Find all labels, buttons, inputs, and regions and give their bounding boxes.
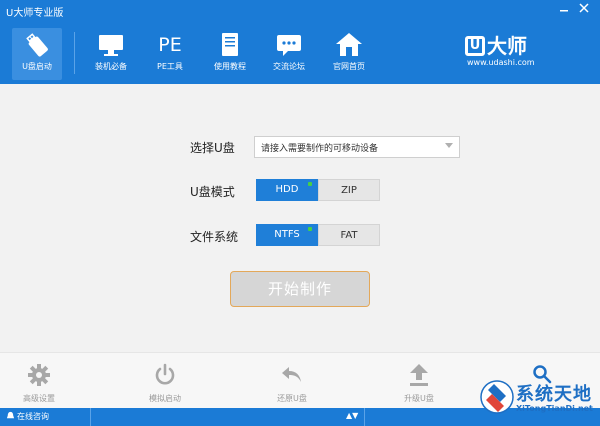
online-help-text: 在线咨询 [17, 412, 49, 421]
brand-wordmark: U 大师 [465, 34, 545, 58]
usb-mode-label: U盘模式 [190, 185, 235, 199]
file-system-label: 文件系统 [190, 230, 239, 244]
usb-mode-option-zip[interactable]: ZIP [318, 179, 380, 201]
gear-icon [28, 364, 50, 386]
usb-device-select[interactable]: 请接入需要制作的可移动设备 [254, 136, 460, 158]
minimize-icon [560, 10, 568, 12]
tool-label: 升级U盘 [404, 394, 434, 403]
watermark-url: XiTongTianDi.net [516, 404, 593, 413]
nav-item-tutorial[interactable]: 使用教程 [205, 28, 255, 80]
brand-text: 大师 [487, 34, 527, 58]
chevron-down-icon [445, 143, 453, 148]
app-title: U大师专业版 [6, 8, 64, 19]
nav-label: 装机必备 [95, 62, 127, 71]
file-system-option-fat[interactable]: FAT [318, 224, 380, 246]
title-bar: U大师专业版 [0, 0, 600, 22]
nav-divider [74, 32, 75, 74]
usb-device-select-value: 请接入需要制作的可移动设备 [261, 144, 379, 154]
watermark-title: 系统天地 [516, 384, 592, 405]
pe-text-icon: PE [158, 34, 182, 56]
file-system-toggle: NTFS FAT [256, 224, 380, 246]
undo-icon [282, 367, 301, 382]
simulate-boot-button[interactable]: 模拟启动 [130, 359, 200, 407]
usb-select-label: 选择U盘 [190, 141, 235, 155]
start-make-button[interactable]: 开始制作 [230, 271, 370, 307]
nav-label: 官网首页 [333, 62, 365, 71]
usb-mode-toggle: HDD ZIP [256, 179, 380, 201]
nav-label: PE工具 [157, 62, 183, 71]
nav-item-pe-tools[interactable]: PE PE工具 [145, 28, 195, 80]
minimize-button[interactable] [556, 2, 572, 18]
brand-url: www.udashi.com [467, 58, 535, 67]
monitor-icon [99, 35, 123, 56]
nav-label: U盘启动 [22, 62, 52, 71]
online-help-link[interactable]: 在线咨询 [6, 411, 49, 422]
home-icon [336, 33, 362, 56]
brand-letter: U [465, 36, 485, 56]
bell-icon [6, 411, 15, 419]
nav-label: 使用教程 [214, 62, 246, 71]
app-window: U大师专业版 U盘启动 装机必备 PE PE工具 使用教程 交流论坛 官网首页 … [0, 0, 600, 426]
brand-logo: U 大师 www.udashi.com [465, 34, 545, 70]
restore-usb-button[interactable]: 还原U盘 [257, 359, 327, 407]
chat-bubble-icon [277, 35, 301, 56]
book-icon [222, 33, 238, 56]
header-bar: U大师专业版 U盘启动 装机必备 PE PE工具 使用教程 交流论坛 官网首页 … [0, 0, 600, 84]
close-icon [579, 3, 589, 13]
nav-item-usb-boot[interactable]: U盘启动 [12, 28, 62, 80]
watermark: 系统天地 XiTongTianDi.net [480, 365, 598, 424]
nav-label: 交流论坛 [273, 62, 305, 71]
upgrade-usb-button[interactable]: 升级U盘 [384, 359, 454, 407]
scroll-arrows-icon[interactable]: ▲▼ [346, 411, 358, 420]
close-button[interactable] [576, 2, 592, 18]
tool-label: 还原U盘 [277, 394, 307, 403]
usb-drive-icon [26, 33, 48, 57]
status-divider [90, 408, 91, 426]
nav-item-homepage[interactable]: 官网首页 [324, 28, 374, 80]
tool-label: 高级设置 [23, 394, 55, 403]
tool-label: 模拟启动 [149, 394, 181, 403]
watermark-logo-icon [480, 380, 514, 414]
nav-item-forum[interactable]: 交流论坛 [264, 28, 314, 80]
status-divider [364, 408, 365, 426]
selected-indicator-icon [308, 182, 312, 186]
selected-indicator-icon [308, 227, 312, 231]
upload-icon [410, 364, 428, 386]
nav-item-essentials[interactable]: 装机必备 [86, 28, 136, 80]
power-icon [155, 363, 175, 385]
advanced-settings-button[interactable]: 高级设置 [4, 359, 74, 407]
